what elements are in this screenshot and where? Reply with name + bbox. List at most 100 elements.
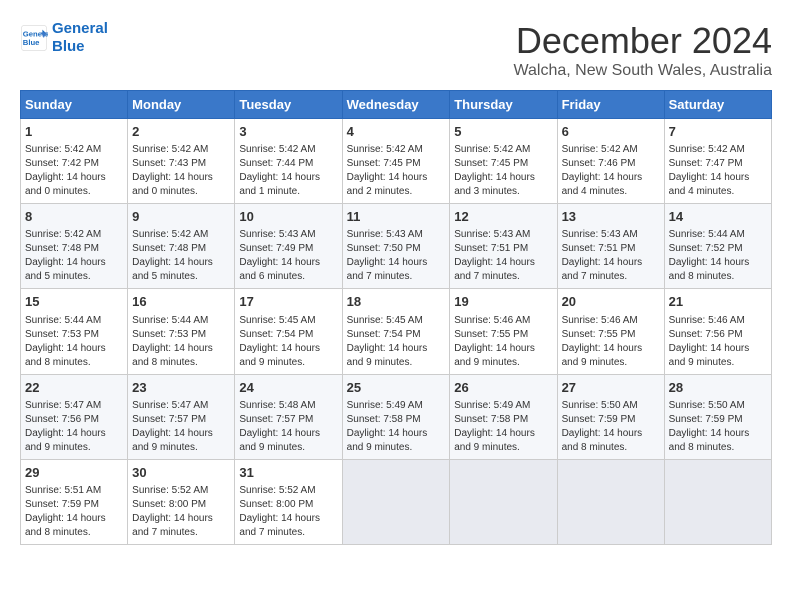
location: Walcha, New South Wales, Australia bbox=[514, 62, 772, 80]
col-header-saturday: Saturday bbox=[664, 91, 771, 119]
week-row-0: 1 Sunrise: 5:42 AMSunset: 7:42 PMDaylight… bbox=[21, 119, 772, 204]
calendar-cell: 9Sunrise: 5:42 AMSunset: 7:48 PMDaylight… bbox=[128, 204, 235, 289]
logo-line1: General bbox=[52, 20, 108, 38]
calendar-cell: 13Sunrise: 5:43 AMSunset: 7:51 PMDayligh… bbox=[557, 204, 664, 289]
day-detail: Sunrise: 5:49 AMSunset: 7:58 PMDaylight:… bbox=[347, 399, 446, 455]
day-detail: Sunrise: 5:48 AMSunset: 7:57 PMDaylight:… bbox=[239, 399, 337, 455]
day-number: 3 bbox=[239, 123, 337, 141]
calendar-cell: 11Sunrise: 5:43 AMSunset: 7:50 PMDayligh… bbox=[342, 204, 450, 289]
day-number: 5 bbox=[454, 123, 552, 141]
day-detail: Sunrise: 5:52 AMSunset: 8:00 PMDaylight:… bbox=[132, 484, 230, 540]
calendar-cell: 3Sunrise: 5:42 AMSunset: 7:44 PMDaylight… bbox=[235, 119, 342, 204]
day-detail: Sunrise: 5:45 AMSunset: 7:54 PMDaylight:… bbox=[347, 314, 446, 370]
day-detail: Sunrise: 5:42 AMSunset: 7:48 PMDaylight:… bbox=[25, 228, 123, 284]
logo: General Blue General Blue bbox=[20, 20, 108, 56]
day-number: 12 bbox=[454, 208, 552, 226]
week-row-4: 29Sunrise: 5:51 AMSunset: 7:59 PMDayligh… bbox=[21, 459, 772, 544]
day-number: 23 bbox=[132, 379, 230, 397]
day-number: 24 bbox=[239, 379, 337, 397]
day-number: 21 bbox=[669, 293, 767, 311]
calendar-cell: 22 Sunrise: 5:47 AMSunset: 7:56 PMDayligh… bbox=[21, 374, 128, 459]
day-detail: Sunrise: 5:42 AMSunset: 7:46 PMDaylight:… bbox=[562, 143, 660, 199]
calendar-cell: 19 Sunrise: 5:46 AMSunset: 7:55 PMDayligh… bbox=[450, 289, 557, 374]
day-number: 13 bbox=[562, 208, 660, 226]
header-row: SundayMondayTuesdayWednesdayThursdayFrid… bbox=[21, 91, 772, 119]
calendar-cell bbox=[664, 459, 771, 544]
day-number: 8 bbox=[25, 208, 123, 226]
day-detail: Sunrise: 5:43 AMSunset: 7:49 PMDaylight:… bbox=[239, 228, 337, 284]
week-row-1: 8 Sunrise: 5:42 AMSunset: 7:48 PMDaylight… bbox=[21, 204, 772, 289]
day-detail: Sunrise: 5:50 AMSunset: 7:59 PMDaylight:… bbox=[669, 399, 767, 455]
day-detail: Sunrise: 5:42 AMSunset: 7:47 PMDaylight:… bbox=[669, 143, 767, 199]
calendar-cell: 24 Sunrise: 5:48 AMSunset: 7:57 PMDayligh… bbox=[235, 374, 342, 459]
day-detail: Sunrise: 5:42 AMSunset: 7:45 PMDaylight:… bbox=[347, 143, 446, 199]
day-number: 1 bbox=[25, 123, 123, 141]
day-detail: Sunrise: 5:42 AMSunset: 7:43 PMDaylight:… bbox=[132, 143, 230, 199]
calendar-cell bbox=[557, 459, 664, 544]
calendar-cell: 17 Sunrise: 5:45 AMSunset: 7:54 PMDayligh… bbox=[235, 289, 342, 374]
title-area: December 2024 Walcha, New South Wales, A… bbox=[514, 20, 772, 80]
svg-text:Blue: Blue bbox=[23, 38, 40, 47]
day-number: 19 bbox=[454, 293, 552, 311]
col-header-monday: Monday bbox=[128, 91, 235, 119]
col-header-sunday: Sunday bbox=[21, 91, 128, 119]
day-detail: Sunrise: 5:46 AMSunset: 7:55 PMDaylight:… bbox=[562, 314, 660, 370]
day-number: 18 bbox=[347, 293, 446, 311]
calendar-cell: 16Sunrise: 5:44 AMSunset: 7:53 PMDayligh… bbox=[128, 289, 235, 374]
calendar-cell: 28 Sunrise: 5:50 AMSunset: 7:59 PMDayligh… bbox=[664, 374, 771, 459]
day-detail: Sunrise: 5:44 AMSunset: 7:53 PMDaylight:… bbox=[132, 314, 230, 370]
day-number: 11 bbox=[347, 208, 446, 226]
day-detail: Sunrise: 5:44 AMSunset: 7:52 PMDaylight:… bbox=[669, 228, 767, 284]
calendar-cell bbox=[342, 459, 450, 544]
day-number: 14 bbox=[669, 208, 767, 226]
calendar-cell: 20Sunrise: 5:46 AMSunset: 7:55 PMDayligh… bbox=[557, 289, 664, 374]
month-title: December 2024 bbox=[514, 20, 772, 62]
col-header-thursday: Thursday bbox=[450, 91, 557, 119]
day-number: 28 bbox=[669, 379, 767, 397]
day-number: 30 bbox=[132, 464, 230, 482]
day-number: 29 bbox=[25, 464, 123, 482]
day-detail: Sunrise: 5:50 AMSunset: 7:59 PMDaylight:… bbox=[562, 399, 660, 455]
day-detail: Sunrise: 5:42 AMSunset: 7:45 PMDaylight:… bbox=[454, 143, 552, 199]
calendar-cell: 26Sunrise: 5:49 AMSunset: 7:58 PMDayligh… bbox=[450, 374, 557, 459]
day-number: 4 bbox=[347, 123, 446, 141]
calendar-cell: 27 Sunrise: 5:50 AMSunset: 7:59 PMDayligh… bbox=[557, 374, 664, 459]
day-detail: Sunrise: 5:42 AMSunset: 7:42 PMDaylight:… bbox=[25, 143, 123, 199]
calendar-cell: 14 Sunrise: 5:44 AMSunset: 7:52 PMDayligh… bbox=[664, 204, 771, 289]
col-header-friday: Friday bbox=[557, 91, 664, 119]
calendar-cell: 7 Sunrise: 5:42 AMSunset: 7:47 PMDaylight… bbox=[664, 119, 771, 204]
calendar-cell: 21Sunrise: 5:46 AMSunset: 7:56 PMDayligh… bbox=[664, 289, 771, 374]
day-detail: Sunrise: 5:45 AMSunset: 7:54 PMDaylight:… bbox=[239, 314, 337, 370]
day-number: 26 bbox=[454, 379, 552, 397]
day-number: 2 bbox=[132, 123, 230, 141]
calendar-cell: 5 Sunrise: 5:42 AMSunset: 7:45 PMDaylight… bbox=[450, 119, 557, 204]
day-number: 31 bbox=[239, 464, 337, 482]
day-number: 10 bbox=[239, 208, 337, 226]
col-header-wednesday: Wednesday bbox=[342, 91, 450, 119]
day-detail: Sunrise: 5:47 AMSunset: 7:56 PMDaylight:… bbox=[25, 399, 123, 455]
col-header-tuesday: Tuesday bbox=[235, 91, 342, 119]
calendar-cell: 8 Sunrise: 5:42 AMSunset: 7:48 PMDaylight… bbox=[21, 204, 128, 289]
day-detail: Sunrise: 5:43 AMSunset: 7:51 PMDaylight:… bbox=[454, 228, 552, 284]
day-number: 27 bbox=[562, 379, 660, 397]
day-detail: Sunrise: 5:46 AMSunset: 7:55 PMDaylight:… bbox=[454, 314, 552, 370]
calendar-cell: 31 Sunrise: 5:52 AMSunset: 8:00 PMDayligh… bbox=[235, 459, 342, 544]
calendar-cell: 29Sunrise: 5:51 AMSunset: 7:59 PMDayligh… bbox=[21, 459, 128, 544]
day-detail: Sunrise: 5:44 AMSunset: 7:53 PMDaylight:… bbox=[25, 314, 123, 370]
week-row-3: 22 Sunrise: 5:47 AMSunset: 7:56 PMDayligh… bbox=[21, 374, 772, 459]
day-number: 15 bbox=[25, 293, 123, 311]
day-number: 22 bbox=[25, 379, 123, 397]
week-row-2: 15 Sunrise: 5:44 AMSunset: 7:53 PMDayligh… bbox=[21, 289, 772, 374]
calendar-cell bbox=[450, 459, 557, 544]
logo-icon: General Blue bbox=[20, 24, 48, 52]
day-number: 17 bbox=[239, 293, 337, 311]
page-header: General Blue General Blue December 2024 … bbox=[20, 20, 772, 80]
day-detail: Sunrise: 5:47 AMSunset: 7:57 PMDaylight:… bbox=[132, 399, 230, 455]
day-detail: Sunrise: 5:52 AMSunset: 8:00 PMDaylight:… bbox=[239, 484, 337, 540]
day-number: 9 bbox=[132, 208, 230, 226]
day-number: 7 bbox=[669, 123, 767, 141]
day-number: 25 bbox=[347, 379, 446, 397]
day-number: 6 bbox=[562, 123, 660, 141]
calendar-table: SundayMondayTuesdayWednesdayThursdayFrid… bbox=[20, 90, 772, 545]
calendar-cell: 1 Sunrise: 5:42 AMSunset: 7:42 PMDaylight… bbox=[21, 119, 128, 204]
